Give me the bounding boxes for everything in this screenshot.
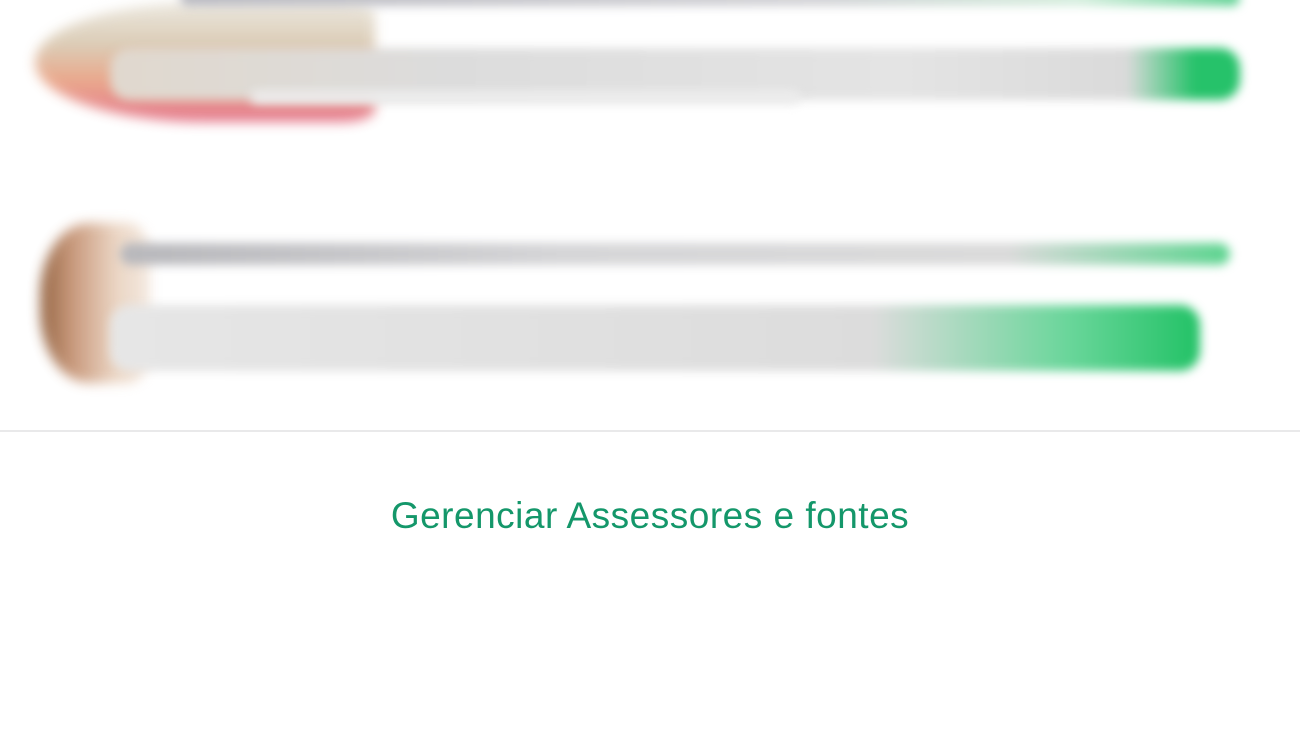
list-item-title xyxy=(180,0,1240,6)
screen: Gerenciar Assessores e fontes xyxy=(0,0,1300,731)
list-item-detail xyxy=(250,90,800,104)
list-item-title xyxy=(120,243,1230,265)
divider xyxy=(0,430,1300,432)
advisor-list xyxy=(0,0,1300,430)
manage-advisors-and-sources-link[interactable]: Gerenciar Assessores e fontes xyxy=(0,490,1300,542)
list-item-subtitle xyxy=(110,305,1200,371)
list-item[interactable] xyxy=(0,0,1300,150)
list-item[interactable] xyxy=(0,205,1300,400)
